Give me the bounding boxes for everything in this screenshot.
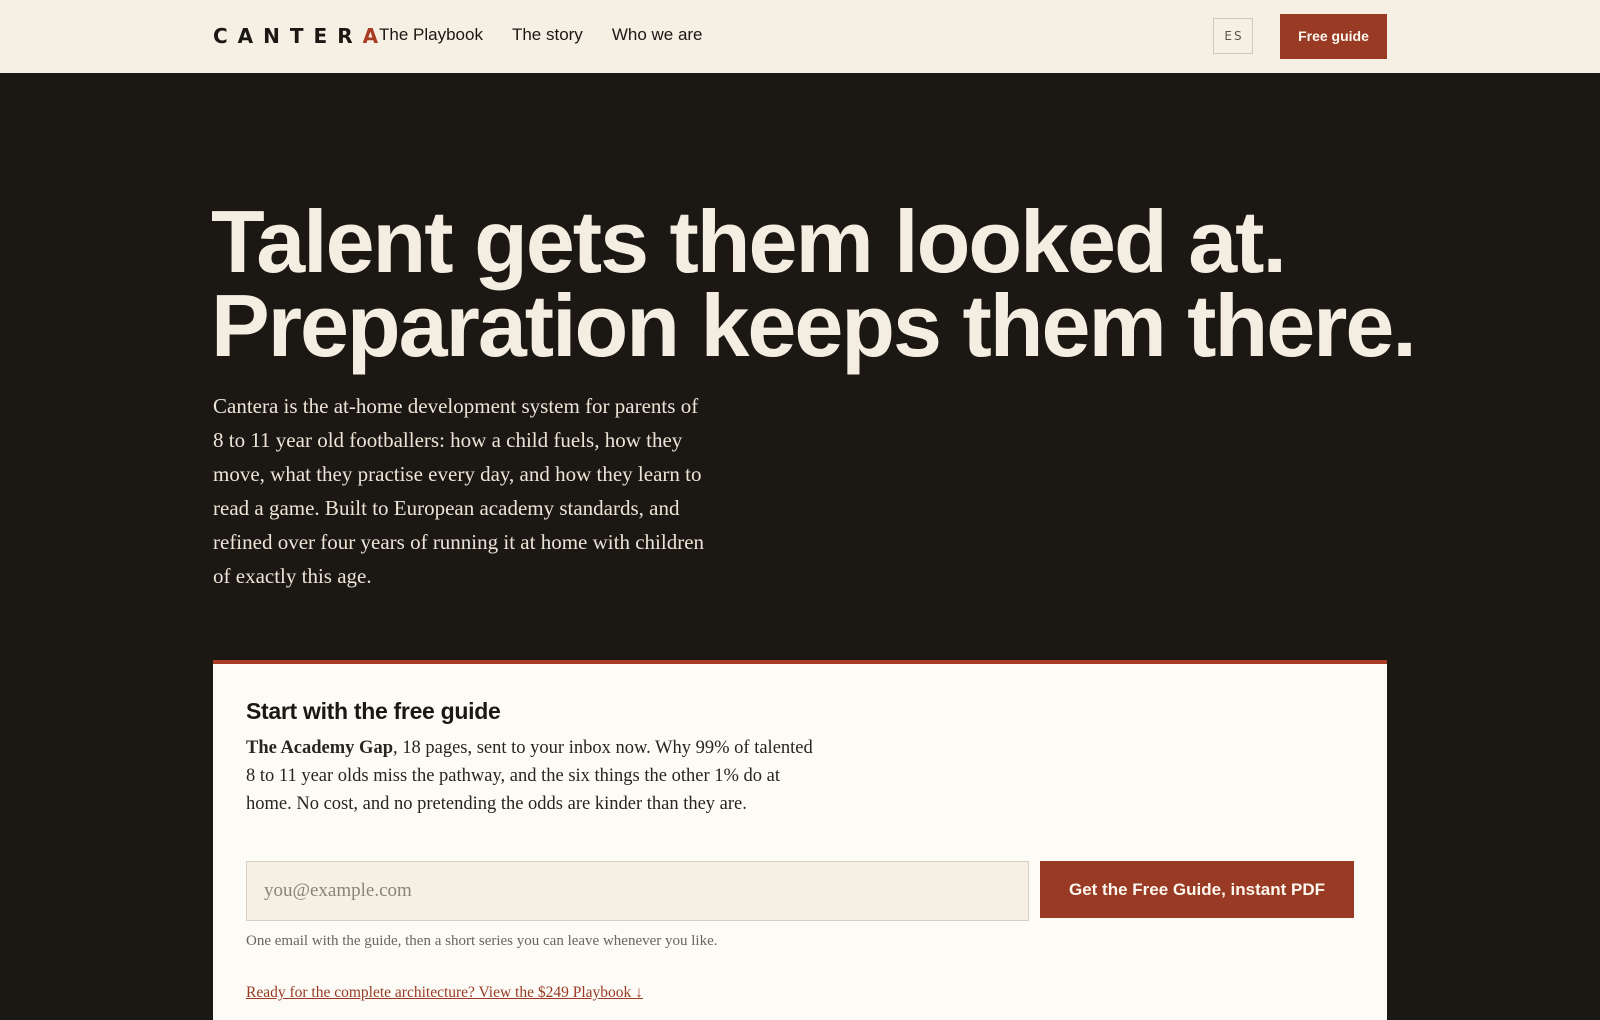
logo-accent-letter: A xyxy=(362,24,379,48)
nav-links: The Playbook The story Who we are xyxy=(379,24,703,46)
free-guide-button[interactable]: Free guide xyxy=(1280,14,1387,59)
logo-text: CANTER xyxy=(213,24,363,48)
signup-title: Start with the free guide xyxy=(246,698,501,724)
hero-title: Talent gets them looked at. Preparation … xyxy=(211,192,1417,375)
get-free-guide-button[interactable]: Get the Free Guide, instant PDF xyxy=(1040,861,1354,918)
top-nav: CANTERA The Playbook The story Who we ar… xyxy=(0,0,1600,73)
hero-title-line-1: Talent gets them looked at. xyxy=(211,192,1287,291)
nav-link-who-we-are[interactable]: Who we are xyxy=(612,24,703,46)
hero-description: Cantera is the at-home development syste… xyxy=(213,394,705,588)
signup-card: Start with the free guide The Academy Ga… xyxy=(213,660,1387,1020)
hero-title-line-2: Preparation keeps them there. xyxy=(211,276,1417,375)
signup-description: The Academy Gap, 18 pages, sent to your … xyxy=(246,734,816,818)
playbook-upsell-link[interactable]: Ready for the complete architecture? Vie… xyxy=(246,984,643,1002)
language-toggle-button[interactable]: ES xyxy=(1213,18,1253,54)
email-input[interactable] xyxy=(246,861,1029,921)
nav-link-playbook[interactable]: The Playbook xyxy=(379,24,483,46)
cantera-logo[interactable]: CANTERA xyxy=(213,22,378,50)
nav-link-story[interactable]: The story xyxy=(512,24,583,46)
guide-name: The Academy Gap xyxy=(246,738,393,758)
email-fine-print: One email with the guide, then a short s… xyxy=(246,933,718,949)
